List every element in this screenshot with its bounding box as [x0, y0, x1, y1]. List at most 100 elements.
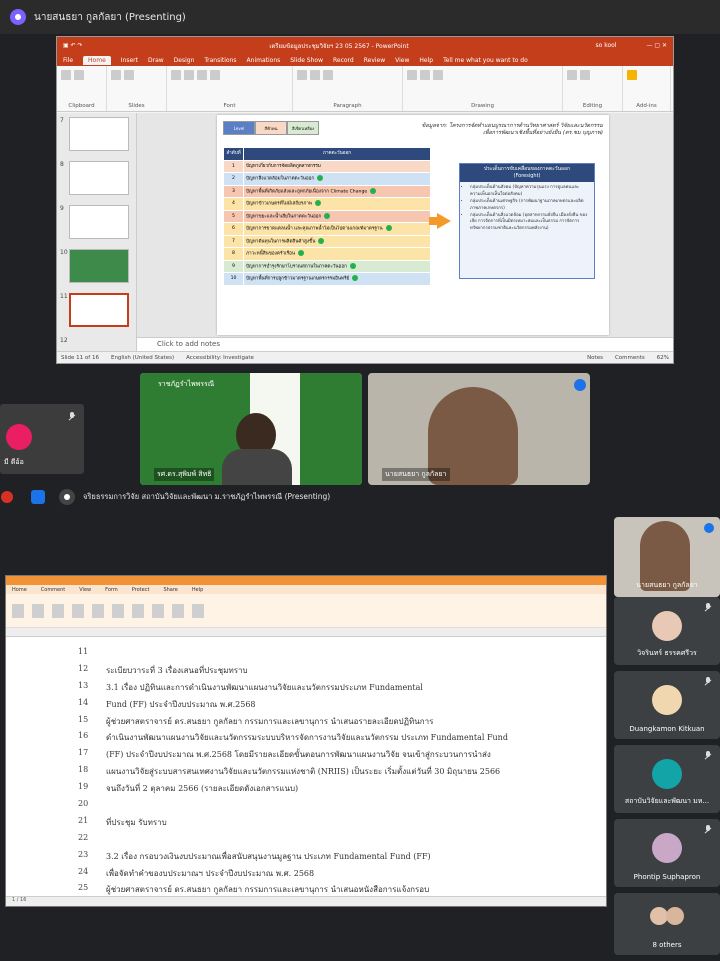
menu-home[interactable]: Home	[12, 587, 27, 593]
ribbon-addins[interactable]: Add-ins	[623, 66, 671, 111]
participant-tile[interactable]: Phontip Suphapron	[614, 819, 720, 887]
ribbon-clipboard[interactable]: Clipboard	[57, 66, 107, 111]
video-tile-speaker-2[interactable]: นายสนธยา กูลกัลยา	[368, 373, 590, 485]
tab-insert[interactable]: Insert	[121, 57, 138, 64]
tab-file[interactable]: File	[63, 57, 73, 64]
line-number: 13	[78, 680, 89, 690]
doc-line: 18 แผนงานวิจัยสู่ระบบสารสนเทศงานวิจัยและน…	[6, 765, 606, 782]
ribbon-drawing[interactable]: Drawing	[403, 66, 563, 111]
doc-page[interactable]: 11 12 ระเบียบวาระที่ 3 เรื่องเสนอที่ประชุ…	[6, 639, 606, 896]
shapes-icon[interactable]	[407, 70, 417, 80]
align-icon[interactable]	[323, 70, 333, 80]
zoom-level[interactable]: 62%	[657, 355, 669, 361]
find-icon[interactable]	[567, 70, 577, 80]
menu-help[interactable]: Help	[192, 587, 203, 593]
accessibility-indicator[interactable]: Accessibility: Investigate	[186, 355, 254, 361]
list-item: กลุ่มประเด็นด้านสิ่งแวดล้อม (อุตสาหกรรมย…	[470, 213, 588, 234]
cut-icon[interactable]	[74, 70, 84, 80]
record-icon[interactable]	[1, 491, 13, 503]
line-number: 11	[78, 647, 89, 656]
arrange-icon[interactable]	[420, 70, 430, 80]
ppt-user[interactable]: so kool	[596, 42, 617, 49]
video-tile-speaker-1[interactable]: ราชภัฏรำไพพรรณี รศ.ดร.สุพิมพ์ สิทธิ	[140, 373, 362, 485]
tab-review[interactable]: Review	[364, 57, 385, 64]
slide-thumbnails[interactable]: 7 8 9 10 11 12	[57, 113, 137, 351]
slide-thumbnail[interactable]	[69, 249, 129, 283]
slide-thumbnail[interactable]	[69, 117, 129, 151]
doc-line: 21 ที่ประชุม รับทราบ	[6, 816, 606, 833]
ribbon-paragraph[interactable]: Paragraph	[293, 66, 403, 111]
avatar	[652, 611, 682, 641]
slide-thumbnail[interactable]	[69, 161, 129, 195]
new-slide-icon[interactable]	[111, 70, 121, 80]
bookmark-icon[interactable]	[132, 603, 144, 618]
participant-tile[interactable]: วิจรินทร์ ธรรคศรีวร	[614, 597, 720, 665]
slide-thumbnail-active[interactable]	[69, 293, 129, 327]
thumb-number: 10	[60, 249, 68, 256]
tell-me-search[interactable]: Tell me what you want to do	[443, 57, 528, 64]
underline-icon[interactable]	[197, 70, 207, 80]
font-color-icon[interactable]	[210, 70, 220, 80]
image-icon[interactable]	[172, 603, 184, 618]
others-tile[interactable]: 8 others	[614, 893, 720, 955]
window-controls-icon[interactable]: — ▢ ✕	[646, 42, 667, 49]
ribbon-slides[interactable]: Slides	[107, 66, 167, 111]
person-video	[222, 449, 292, 485]
participant-tile[interactable]: สถาบันวิจัยและพัฒนา มห...	[614, 745, 720, 813]
notes-button[interactable]: Notes	[587, 355, 603, 361]
select-icon[interactable]	[32, 603, 44, 618]
notes-pane[interactable]: Click to add notes	[137, 337, 673, 351]
highlight-icon[interactable]	[112, 603, 124, 618]
tab-help[interactable]: Help	[419, 57, 433, 64]
audio-icon[interactable]	[192, 603, 204, 618]
participant-tile[interactable]: Duangkamon Kitkuan	[614, 671, 720, 739]
text-tool-icon[interactable]	[12, 603, 24, 618]
tab-home[interactable]: Home	[83, 55, 111, 65]
participant-tile-left[interactable]: มี ดีอ้อ	[0, 404, 84, 474]
addins-icon[interactable]	[627, 70, 637, 80]
ppt-status-bar: Slide 11 of 16 English (United States) A…	[57, 351, 673, 363]
ribbon-editing[interactable]: Editing	[563, 66, 623, 111]
row-number: 3	[223, 184, 244, 198]
row-number: 8	[223, 247, 244, 261]
ribbon-font[interactable]: Font	[167, 66, 293, 111]
menu-protect[interactable]: Protect	[132, 587, 150, 593]
menu-form[interactable]: Form	[105, 587, 118, 593]
language-indicator[interactable]: English (United States)	[111, 355, 174, 361]
italic-icon[interactable]	[184, 70, 194, 80]
menu-comment[interactable]: Comment	[41, 587, 66, 593]
tab-draw[interactable]: Draw	[148, 57, 164, 64]
quick-styles-icon[interactable]	[433, 70, 443, 80]
participant-tile[interactable]: นายสนธยา กูลกัลยา	[614, 517, 720, 597]
zoom-icon[interactable]	[52, 603, 64, 618]
current-slide[interactable]: Level สีฟ้าคน สีเขียวเหลือง ข้อมูลจาก: โ…	[217, 115, 609, 335]
replace-icon[interactable]	[580, 70, 590, 80]
slide-thumbnail[interactable]	[69, 205, 129, 239]
powerpoint-window[interactable]: ▣ ↶ ↷ เตรียมข้อมูลประชุมวิจัยฯ 23 05 256…	[56, 36, 674, 364]
thumb-number: 8	[60, 161, 64, 168]
quick-access-icon[interactable]: ▣ ↶ ↷	[63, 42, 83, 49]
tab-slide-show[interactable]: Slide Show	[290, 57, 323, 64]
layout-icon[interactable]	[124, 70, 134, 80]
tab-animations[interactable]: Animations	[247, 57, 281, 64]
menu-view[interactable]: View	[79, 587, 91, 593]
tab-design[interactable]: Design	[174, 57, 195, 64]
tab-record[interactable]: Record	[333, 57, 354, 64]
row-text: ปัญหาการขาดแคลนน้ำ และคุณภาพน้ำไม่เป็นไป…	[246, 226, 383, 232]
numbering-icon[interactable]	[310, 70, 320, 80]
effects-icon[interactable]	[31, 490, 45, 504]
paste-icon[interactable]	[61, 70, 71, 80]
slide-canvas[interactable]: Level สีฟ้าคน สีเขียวเหลือง ข้อมูลจาก: โ…	[137, 113, 673, 351]
menu-share[interactable]: Share	[163, 587, 177, 593]
document-window[interactable]: Home Comment View Form Protect Share Hel…	[5, 575, 607, 907]
page-icon[interactable]	[72, 603, 84, 618]
tab-transitions[interactable]: Transitions	[204, 57, 236, 64]
ribbon-group-label: Clipboard	[68, 103, 95, 109]
attachment-icon[interactable]	[152, 603, 164, 618]
comments-button[interactable]: Comments	[615, 355, 645, 361]
typewriter-icon[interactable]	[92, 603, 104, 618]
bold-icon[interactable]	[171, 70, 181, 80]
bullets-icon[interactable]	[297, 70, 307, 80]
thumb-number: 9	[60, 205, 64, 212]
tab-view[interactable]: View	[395, 57, 409, 64]
